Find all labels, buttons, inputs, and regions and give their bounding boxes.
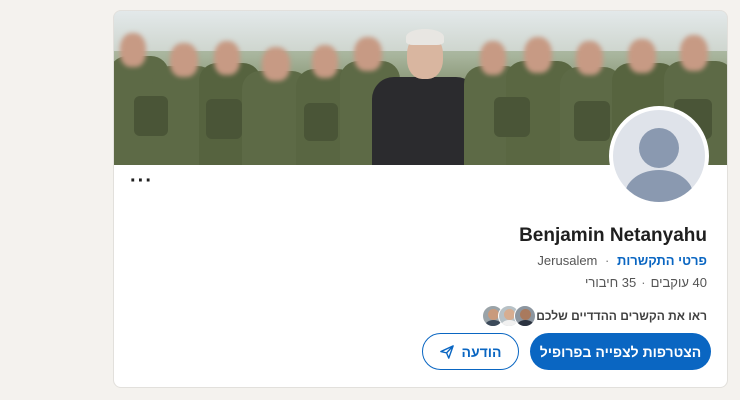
message-button-label: הודעה [461,343,502,360]
profile-name: Benjamin Netanyahu [519,225,707,246]
profile-card: ··· Benjamin Netanyahu Jerusalem · פרטי … [113,10,728,388]
default-avatar-icon [613,110,705,202]
mutual-avatars [482,305,537,327]
stats-line: 40 עוקבים · 35 חיבורי [585,275,707,290]
profile-location: Jerusalem [537,253,598,268]
separator-dot: · [605,253,610,268]
mutual-connections-text: ראו את הקשרים ההדדיים שלכם [536,309,707,323]
message-button[interactable]: הודעה [422,333,519,370]
mutual-connections-link[interactable]: ראו את הקשרים ההדדיים שלכם [474,304,707,328]
more-options-button[interactable]: ··· [130,171,153,191]
contact-info-link[interactable]: פרטי התקשרות [617,253,707,268]
location-line: Jerusalem · פרטי התקשרות [537,253,707,268]
followers-count[interactable]: 40 עוקבים [651,275,707,290]
connections-count[interactable]: 35 חיבורי [585,275,636,290]
profile-avatar[interactable] [609,106,709,206]
mutual-avatar [514,305,537,327]
join-to-view-profile-button[interactable]: הצטרפות לצפייה בפרופיל [530,333,711,370]
separator-dot: · [641,275,646,290]
send-icon [439,344,454,359]
